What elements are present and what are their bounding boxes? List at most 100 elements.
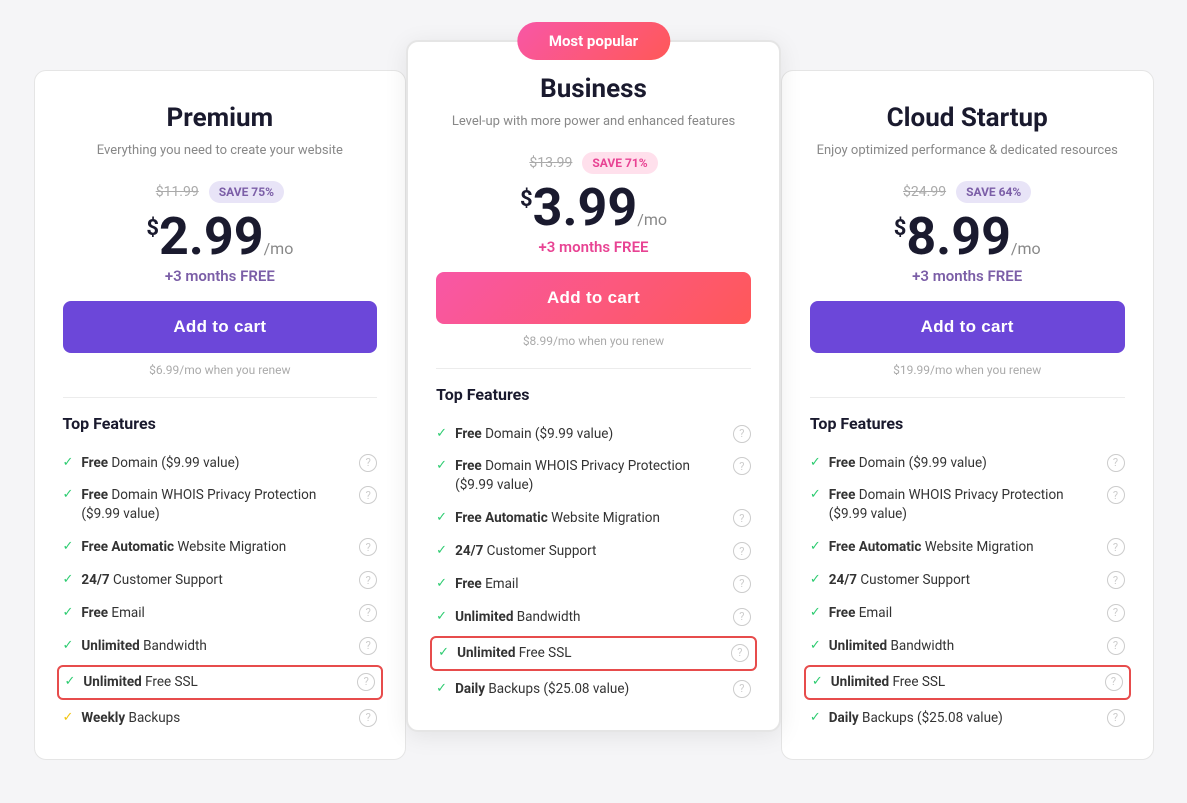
check-icon-premium-2: ✓ — [63, 539, 74, 554]
feature-text-cloud-startup-4: Free Email — [829, 604, 1101, 623]
feature-left-business-5: ✓ Unlimited Bandwidth — [436, 608, 727, 627]
info-icon-premium-2[interactable]: ? — [359, 538, 377, 556]
feature-item-business-4: ✓ Free Email ? — [436, 568, 751, 601]
plan-description-cloud-startup: Enjoy optimized performance & dedicated … — [810, 141, 1125, 161]
feature-item-business-5: ✓ Unlimited Bandwidth ? — [436, 601, 751, 634]
price-symbol-business: $ — [520, 187, 533, 212]
info-icon-cloud-startup-5[interactable]: ? — [1107, 637, 1125, 655]
info-icon-premium-0[interactable]: ? — [359, 454, 377, 472]
feature-left-cloud-startup-0: ✓ Free Domain ($9.99 value) — [810, 454, 1101, 473]
info-icon-business-4[interactable]: ? — [733, 575, 751, 593]
price-period-premium: /mo — [264, 239, 294, 258]
info-icon-business-0[interactable]: ? — [733, 425, 751, 443]
plan-name-premium: Premium — [63, 103, 378, 133]
divider-premium — [63, 397, 378, 398]
info-icon-premium-7[interactable]: ? — [359, 709, 377, 727]
feature-left-cloud-startup-1: ✓ Free Domain WHOIS Privacy Protection (… — [810, 486, 1101, 524]
price-period-cloud-startup: /mo — [1011, 239, 1041, 258]
feature-text-business-3: 24/7 Customer Support — [455, 542, 727, 561]
feature-text-premium-7: Weekly Backups — [81, 709, 353, 728]
feature-item-business-6: ✓ Unlimited Free SSL ? — [430, 636, 757, 671]
feature-text-business-1: Free Domain WHOIS Privacy Protection ($9… — [455, 457, 727, 495]
add-to-cart-btn-premium[interactable]: Add to cart — [63, 301, 378, 353]
features-title-business: Top Features — [436, 385, 751, 404]
price-symbol-cloud-startup: $ — [894, 216, 907, 241]
check-icon-cloud-startup-5: ✓ — [810, 638, 821, 653]
pricing-row-premium: $11.99 SAVE 75% — [63, 181, 378, 203]
feature-item-premium-5: ✓ Unlimited Bandwidth ? — [63, 630, 378, 663]
price-main-premium: $2.99/mo — [63, 211, 378, 263]
info-icon-cloud-startup-6[interactable]: ? — [1105, 673, 1123, 691]
info-icon-business-7[interactable]: ? — [733, 680, 751, 698]
check-icon-cloud-startup-6: ✓ — [812, 674, 823, 689]
save-badge-cloud-startup: SAVE 64% — [956, 181, 1031, 203]
info-icon-cloud-startup-7[interactable]: ? — [1107, 709, 1125, 727]
check-icon-cloud-startup-1: ✓ — [810, 487, 821, 502]
feature-left-premium-3: ✓ 24/7 Customer Support — [63, 571, 354, 590]
check-icon-business-1: ✓ — [436, 458, 447, 473]
info-icon-business-3[interactable]: ? — [733, 542, 751, 560]
feature-text-premium-6: Unlimited Free SSL — [83, 673, 351, 692]
info-icon-premium-4[interactable]: ? — [359, 604, 377, 622]
info-icon-premium-1[interactable]: ? — [359, 486, 377, 504]
feature-item-cloud-startup-2: ✓ Free Automatic Website Migration ? — [810, 531, 1125, 564]
feature-left-premium-2: ✓ Free Automatic Website Migration — [63, 538, 354, 557]
feature-item-premium-7: ✓ Weekly Backups ? — [63, 702, 378, 735]
check-icon-premium-3: ✓ — [63, 572, 74, 587]
info-icon-cloud-startup-0[interactable]: ? — [1107, 454, 1125, 472]
check-icon-cloud-startup-0: ✓ — [810, 455, 821, 470]
feature-left-premium-5: ✓ Unlimited Bandwidth — [63, 637, 354, 656]
original-price-business: $13.99 — [529, 155, 572, 171]
price-number-business: 3.99 — [533, 177, 638, 238]
info-icon-cloud-startup-2[interactable]: ? — [1107, 538, 1125, 556]
info-icon-premium-3[interactable]: ? — [359, 571, 377, 589]
renew-price-business: $8.99/mo when you renew — [436, 334, 751, 348]
info-icon-business-2[interactable]: ? — [733, 509, 751, 527]
add-to-cart-btn-cloud-startup[interactable]: Add to cart — [810, 301, 1125, 353]
price-main-cloud-startup: $8.99/mo — [810, 211, 1125, 263]
feature-item-premium-2: ✓ Free Automatic Website Migration ? — [63, 531, 378, 564]
info-icon-premium-6[interactable]: ? — [357, 673, 375, 691]
free-months-business: +3 months FREE — [436, 238, 751, 256]
info-icon-cloud-startup-4[interactable]: ? — [1107, 604, 1125, 622]
info-icon-premium-5[interactable]: ? — [359, 637, 377, 655]
info-icon-business-1[interactable]: ? — [733, 457, 751, 475]
feature-text-cloud-startup-0: Free Domain ($9.99 value) — [829, 454, 1101, 473]
check-icon-business-0: ✓ — [436, 426, 447, 441]
info-icon-business-5[interactable]: ? — [733, 608, 751, 626]
feature-left-business-7: ✓ Daily Backups ($25.08 value) — [436, 680, 727, 699]
divider-cloud-startup — [810, 397, 1125, 398]
feature-text-premium-4: Free Email — [81, 604, 353, 623]
info-icon-business-6[interactable]: ? — [731, 644, 749, 662]
info-icon-cloud-startup-1[interactable]: ? — [1107, 486, 1125, 504]
info-icon-cloud-startup-3[interactable]: ? — [1107, 571, 1125, 589]
check-icon-business-2: ✓ — [436, 510, 447, 525]
check-icon-business-3: ✓ — [436, 543, 447, 558]
price-period-business: /mo — [637, 210, 667, 229]
feature-text-business-7: Daily Backups ($25.08 value) — [455, 680, 727, 699]
feature-text-cloud-startup-2: Free Automatic Website Migration — [829, 538, 1101, 557]
feature-text-premium-1: Free Domain WHOIS Privacy Protection ($9… — [81, 486, 353, 524]
renew-price-premium: $6.99/mo when you renew — [63, 363, 378, 377]
check-icon-business-6: ✓ — [438, 645, 449, 660]
pricing-card-cloud-startup: Cloud Startup Enjoy optimized performance… — [781, 70, 1154, 760]
feature-item-cloud-startup-1: ✓ Free Domain WHOIS Privacy Protection (… — [810, 479, 1125, 531]
feature-item-business-1: ✓ Free Domain WHOIS Privacy Protection (… — [436, 450, 751, 502]
check-icon-business-4: ✓ — [436, 576, 447, 591]
feature-item-premium-0: ✓ Free Domain ($9.99 value) ? — [63, 447, 378, 480]
pricing-row-cloud-startup: $24.99 SAVE 64% — [810, 181, 1125, 203]
plan-name-cloud-startup: Cloud Startup — [810, 103, 1125, 133]
add-to-cart-btn-business[interactable]: Add to cart — [436, 272, 751, 324]
feature-item-business-2: ✓ Free Automatic Website Migration ? — [436, 502, 751, 535]
feature-item-business-7: ✓ Daily Backups ($25.08 value) ? — [436, 673, 751, 706]
free-months-cloud-startup: +3 months FREE — [810, 267, 1125, 285]
feature-left-cloud-startup-2: ✓ Free Automatic Website Migration — [810, 538, 1101, 557]
original-price-premium: $11.99 — [156, 184, 199, 200]
feature-text-business-0: Free Domain ($9.99 value) — [455, 425, 727, 444]
feature-text-cloud-startup-3: 24/7 Customer Support — [829, 571, 1101, 590]
feature-item-premium-1: ✓ Free Domain WHOIS Privacy Protection (… — [63, 479, 378, 531]
features-title-premium: Top Features — [63, 414, 378, 433]
feature-text-premium-5: Unlimited Bandwidth — [81, 637, 353, 656]
most-popular-badge: Most popular — [517, 22, 670, 60]
price-number-premium: 2.99 — [159, 206, 264, 267]
